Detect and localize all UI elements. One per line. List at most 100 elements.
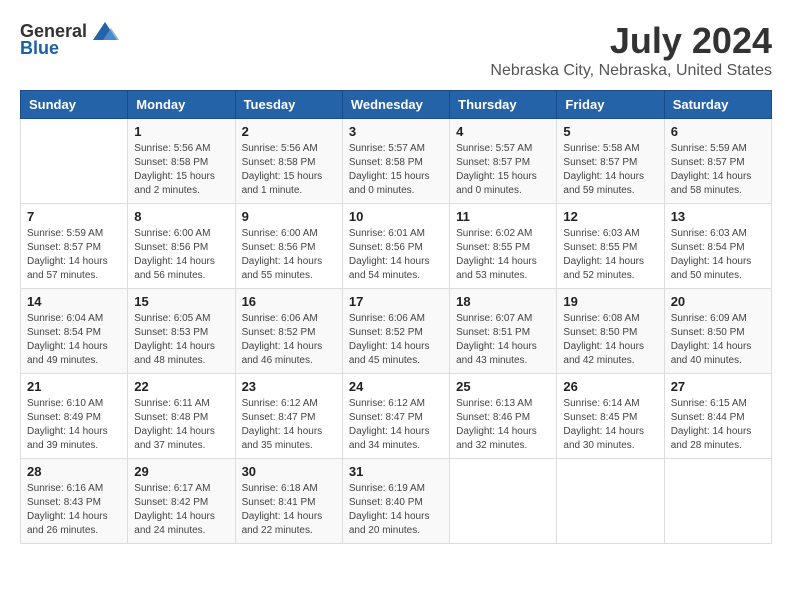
table-row: 2 Sunrise: 5:56 AM Sunset: 8:58 PM Dayli… (235, 119, 342, 204)
header: General Blue July 2024 Nebraska City, Ne… (20, 20, 772, 80)
sunrise-text: Sunrise: 6:12 AM (242, 397, 336, 411)
cell-content: Sunrise: 6:11 AM Sunset: 8:48 PM Dayligh… (134, 397, 228, 453)
table-row: 8 Sunrise: 6:00 AM Sunset: 8:56 PM Dayli… (128, 204, 235, 289)
daylight-text: Daylight: 14 hours and 54 minutes. (349, 255, 443, 283)
sunrise-text: Sunrise: 6:06 AM (349, 312, 443, 326)
header-wednesday: Wednesday (342, 91, 449, 119)
daylight-text: Daylight: 14 hours and 24 minutes. (134, 510, 228, 538)
sunset-text: Sunset: 8:49 PM (27, 411, 121, 425)
cell-content: Sunrise: 6:16 AM Sunset: 8:43 PM Dayligh… (27, 482, 121, 538)
cell-content: Sunrise: 6:14 AM Sunset: 8:45 PM Dayligh… (563, 397, 657, 453)
day-number: 21 (27, 379, 121, 394)
sunset-text: Sunset: 8:50 PM (671, 326, 765, 340)
day-number: 31 (349, 464, 443, 479)
table-row: 3 Sunrise: 5:57 AM Sunset: 8:58 PM Dayli… (342, 119, 449, 204)
day-number: 16 (242, 294, 336, 309)
sunrise-text: Sunrise: 5:57 AM (349, 142, 443, 156)
calendar-week-row: 28 Sunrise: 6:16 AM Sunset: 8:43 PM Dayl… (21, 459, 772, 544)
table-row: 17 Sunrise: 6:06 AM Sunset: 8:52 PM Dayl… (342, 289, 449, 374)
sunrise-text: Sunrise: 6:10 AM (27, 397, 121, 411)
day-number: 28 (27, 464, 121, 479)
sunset-text: Sunset: 8:53 PM (134, 326, 228, 340)
sunrise-text: Sunrise: 6:07 AM (456, 312, 550, 326)
cell-content: Sunrise: 6:03 AM Sunset: 8:55 PM Dayligh… (563, 227, 657, 283)
cell-content: Sunrise: 6:19 AM Sunset: 8:40 PM Dayligh… (349, 482, 443, 538)
calendar-table: Sunday Monday Tuesday Wednesday Thursday… (20, 90, 772, 544)
sunset-text: Sunset: 8:48 PM (134, 411, 228, 425)
daylight-text: Daylight: 14 hours and 22 minutes. (242, 510, 336, 538)
table-row: 15 Sunrise: 6:05 AM Sunset: 8:53 PM Dayl… (128, 289, 235, 374)
day-number: 19 (563, 294, 657, 309)
cell-content: Sunrise: 5:56 AM Sunset: 8:58 PM Dayligh… (242, 142, 336, 198)
sunset-text: Sunset: 8:45 PM (563, 411, 657, 425)
cell-content: Sunrise: 6:00 AM Sunset: 8:56 PM Dayligh… (134, 227, 228, 283)
month-title: July 2024 (490, 20, 772, 62)
sunrise-text: Sunrise: 6:03 AM (671, 227, 765, 241)
daylight-text: Daylight: 14 hours and 55 minutes. (242, 255, 336, 283)
day-number: 25 (456, 379, 550, 394)
sunrise-text: Sunrise: 6:12 AM (349, 397, 443, 411)
cell-content: Sunrise: 5:58 AM Sunset: 8:57 PM Dayligh… (563, 142, 657, 198)
daylight-text: Daylight: 15 hours and 0 minutes. (456, 170, 550, 198)
table-row: 31 Sunrise: 6:19 AM Sunset: 8:40 PM Dayl… (342, 459, 449, 544)
daylight-text: Daylight: 14 hours and 59 minutes. (563, 170, 657, 198)
sunrise-text: Sunrise: 6:14 AM (563, 397, 657, 411)
table-row (450, 459, 557, 544)
cell-content: Sunrise: 6:06 AM Sunset: 8:52 PM Dayligh… (242, 312, 336, 368)
cell-content: Sunrise: 6:04 AM Sunset: 8:54 PM Dayligh… (27, 312, 121, 368)
sunset-text: Sunset: 8:55 PM (563, 241, 657, 255)
daylight-text: Daylight: 15 hours and 2 minutes. (134, 170, 228, 198)
daylight-text: Daylight: 14 hours and 40 minutes. (671, 340, 765, 368)
daylight-text: Daylight: 15 hours and 1 minute. (242, 170, 336, 198)
table-row: 28 Sunrise: 6:16 AM Sunset: 8:43 PM Dayl… (21, 459, 128, 544)
cell-content: Sunrise: 6:08 AM Sunset: 8:50 PM Dayligh… (563, 312, 657, 368)
cell-content: Sunrise: 6:13 AM Sunset: 8:46 PM Dayligh… (456, 397, 550, 453)
sunset-text: Sunset: 8:54 PM (27, 326, 121, 340)
cell-content: Sunrise: 6:10 AM Sunset: 8:49 PM Dayligh… (27, 397, 121, 453)
blue-text: Blue (20, 38, 59, 59)
day-number: 18 (456, 294, 550, 309)
sunrise-text: Sunrise: 6:19 AM (349, 482, 443, 496)
sunrise-text: Sunrise: 6:09 AM (671, 312, 765, 326)
calendar-week-row: 1 Sunrise: 5:56 AM Sunset: 8:58 PM Dayli… (21, 119, 772, 204)
logo-icon (91, 20, 119, 42)
sunset-text: Sunset: 8:57 PM (671, 156, 765, 170)
day-number: 30 (242, 464, 336, 479)
day-number: 20 (671, 294, 765, 309)
daylight-text: Daylight: 14 hours and 45 minutes. (349, 340, 443, 368)
cell-content: Sunrise: 6:17 AM Sunset: 8:42 PM Dayligh… (134, 482, 228, 538)
daylight-text: Daylight: 14 hours and 39 minutes. (27, 425, 121, 453)
sunset-text: Sunset: 8:47 PM (242, 411, 336, 425)
sunset-text: Sunset: 8:56 PM (349, 241, 443, 255)
day-number: 9 (242, 209, 336, 224)
cell-content: Sunrise: 6:12 AM Sunset: 8:47 PM Dayligh… (242, 397, 336, 453)
sunrise-text: Sunrise: 6:04 AM (27, 312, 121, 326)
day-number: 14 (27, 294, 121, 309)
day-number: 8 (134, 209, 228, 224)
table-row: 10 Sunrise: 6:01 AM Sunset: 8:56 PM Dayl… (342, 204, 449, 289)
cell-content: Sunrise: 5:57 AM Sunset: 8:57 PM Dayligh… (456, 142, 550, 198)
table-row: 6 Sunrise: 5:59 AM Sunset: 8:57 PM Dayli… (664, 119, 771, 204)
day-number: 3 (349, 124, 443, 139)
table-row: 1 Sunrise: 5:56 AM Sunset: 8:58 PM Dayli… (128, 119, 235, 204)
day-number: 15 (134, 294, 228, 309)
day-number: 6 (671, 124, 765, 139)
table-row: 22 Sunrise: 6:11 AM Sunset: 8:48 PM Dayl… (128, 374, 235, 459)
sunset-text: Sunset: 8:56 PM (134, 241, 228, 255)
sunset-text: Sunset: 8:42 PM (134, 496, 228, 510)
table-row: 14 Sunrise: 6:04 AM Sunset: 8:54 PM Dayl… (21, 289, 128, 374)
sunset-text: Sunset: 8:54 PM (671, 241, 765, 255)
daylight-text: Daylight: 14 hours and 42 minutes. (563, 340, 657, 368)
daylight-text: Daylight: 14 hours and 50 minutes. (671, 255, 765, 283)
calendar-header-row: Sunday Monday Tuesday Wednesday Thursday… (21, 91, 772, 119)
sunset-text: Sunset: 8:51 PM (456, 326, 550, 340)
sunset-text: Sunset: 8:44 PM (671, 411, 765, 425)
day-number: 24 (349, 379, 443, 394)
daylight-text: Daylight: 14 hours and 46 minutes. (242, 340, 336, 368)
sunrise-text: Sunrise: 6:16 AM (27, 482, 121, 496)
header-tuesday: Tuesday (235, 91, 342, 119)
table-row (21, 119, 128, 204)
table-row: 4 Sunrise: 5:57 AM Sunset: 8:57 PM Dayli… (450, 119, 557, 204)
cell-content: Sunrise: 6:12 AM Sunset: 8:47 PM Dayligh… (349, 397, 443, 453)
daylight-text: Daylight: 14 hours and 52 minutes. (563, 255, 657, 283)
